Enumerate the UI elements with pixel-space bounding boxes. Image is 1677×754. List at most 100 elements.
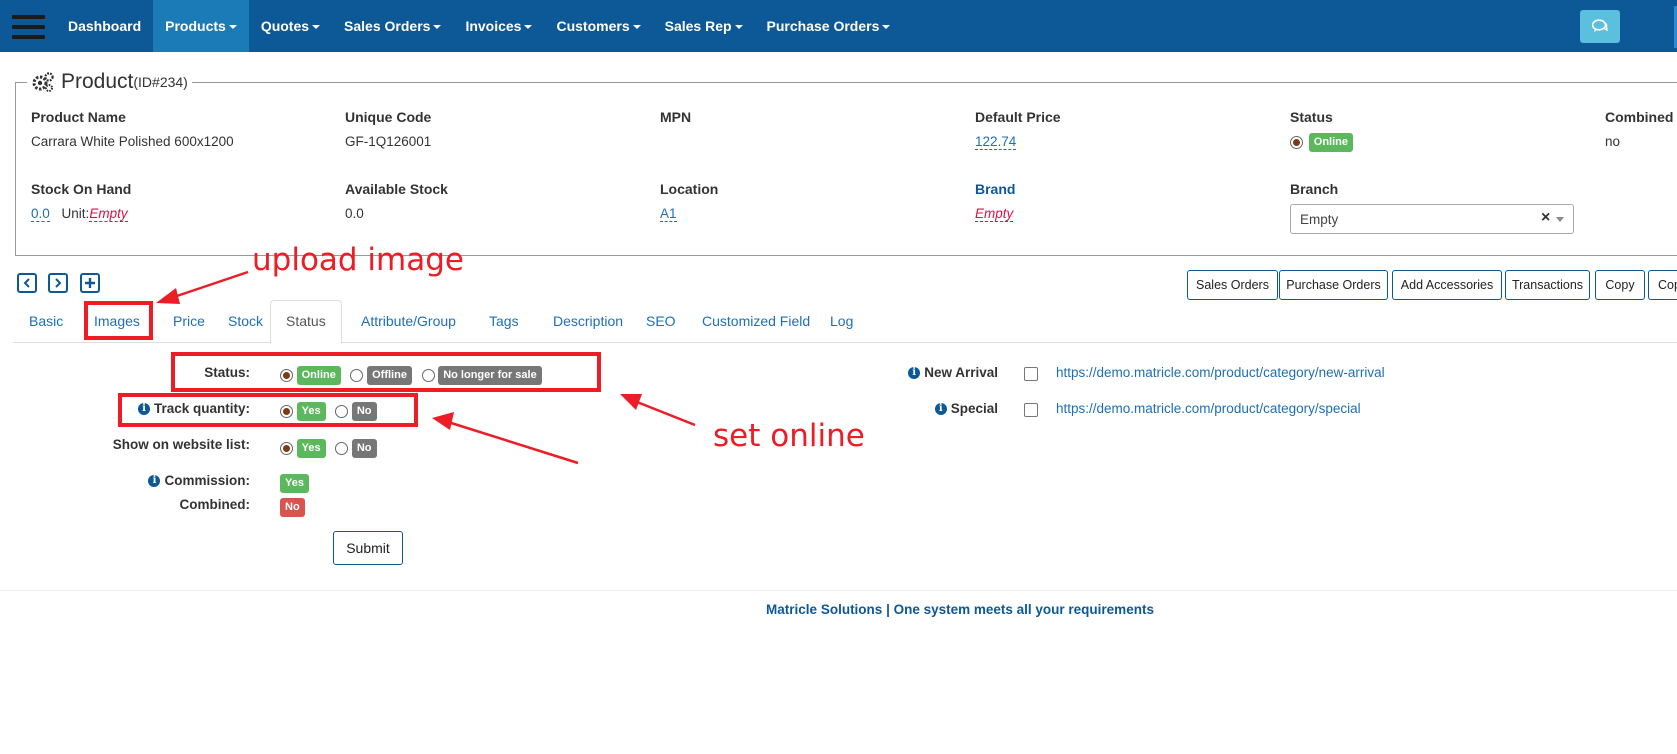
track-no-radio[interactable] bbox=[335, 405, 349, 418]
special-label: i Special bbox=[850, 401, 998, 416]
transactions-button[interactable]: Transactions bbox=[1505, 270, 1590, 300]
next-product-button[interactable] bbox=[48, 273, 68, 293]
field-combined: Combined no bbox=[1605, 109, 1673, 149]
tab-price[interactable]: Price bbox=[158, 300, 220, 342]
status-offline-radio[interactable] bbox=[350, 369, 364, 382]
show-on-website-label: Show on website list: bbox=[112, 437, 250, 452]
status-offline-badge: Offline bbox=[367, 366, 412, 385]
location-value[interactable]: A1 bbox=[660, 206, 677, 222]
top-navbar: Dashboard Products Quotes Sales Orders Invoi… bbox=[0, 0, 1677, 52]
website-no-radio[interactable] bbox=[335, 442, 349, 455]
footer-divider bbox=[0, 590, 1677, 591]
field-mpn: MPN bbox=[660, 109, 691, 134]
prev-product-button[interactable] bbox=[17, 273, 37, 293]
new-arrival-link[interactable]: https://demo.matricle.com/product/catego… bbox=[1056, 365, 1385, 380]
nav-item-quotes[interactable]: Quotes bbox=[249, 0, 332, 52]
brand-label[interactable]: Brand bbox=[975, 181, 1015, 197]
submit-button[interactable]: Submit bbox=[333, 531, 403, 565]
special-checkbox[interactable] bbox=[1024, 403, 1038, 417]
tab-stock[interactable]: Stock bbox=[213, 300, 278, 342]
add-accessories-button[interactable]: Add Accessories bbox=[1392, 270, 1502, 300]
track-yes-badge: Yes bbox=[296, 402, 326, 421]
tab-basic[interactable]: Basic bbox=[14, 300, 78, 342]
default-price-label: Default Price bbox=[975, 109, 1061, 125]
status-badge: Online bbox=[1308, 133, 1353, 152]
combined-field-label: Combined: bbox=[179, 497, 251, 512]
arrow-to-track-head bbox=[432, 412, 454, 430]
show-on-website-options: Yes No bbox=[280, 439, 377, 458]
nav-item-sales-orders[interactable]: Sales Orders bbox=[332, 0, 453, 52]
nav-item-sales-rep[interactable]: Sales Rep bbox=[653, 0, 755, 52]
track-quantity-label: i Track quantity: bbox=[100, 401, 250, 416]
stock-on-hand-label: Stock On Hand bbox=[31, 181, 132, 197]
tab-customized-field[interactable]: Customized Field bbox=[687, 300, 825, 342]
tab-seo[interactable]: SEO bbox=[631, 300, 691, 342]
tab-images[interactable]: Images bbox=[79, 300, 155, 342]
caret-down-icon bbox=[312, 25, 321, 30]
nav-item-products[interactable]: Products bbox=[153, 0, 249, 52]
info-icon[interactable]: i bbox=[148, 475, 161, 488]
add-product-button[interactable] bbox=[80, 273, 100, 293]
track-yes-radio[interactable] bbox=[280, 405, 293, 418]
commission-label: i Commission: bbox=[100, 473, 250, 488]
field-default-price: Default Price 122.74 bbox=[975, 109, 1061, 150]
brand-value[interactable]: Empty bbox=[975, 206, 1014, 222]
status-options: Online Offline No longer for sale bbox=[280, 366, 542, 385]
status-radio[interactable] bbox=[1290, 136, 1303, 149]
field-branch: Branch bbox=[1290, 181, 1338, 197]
footer-text: Matricle Solutions | One system meets al… bbox=[766, 602, 1154, 617]
info-icon[interactable]: i bbox=[908, 367, 921, 380]
tab-status[interactable]: Status bbox=[270, 300, 342, 344]
field-available-stock: Available Stock 0.0 bbox=[345, 181, 448, 221]
product-name-label: Product Name bbox=[31, 109, 126, 125]
status-field-label: Status: bbox=[204, 365, 250, 380]
menu-icon[interactable] bbox=[12, 15, 45, 39]
plus-icon bbox=[85, 278, 95, 288]
default-price-value[interactable]: 122.74 bbox=[975, 134, 1017, 150]
status-online-badge: Online bbox=[296, 366, 341, 385]
website-yes-radio[interactable] bbox=[280, 442, 293, 455]
track-quantity-options: Yes No bbox=[280, 402, 377, 421]
special-link[interactable]: https://demo.matricle.com/product/catego… bbox=[1056, 401, 1361, 416]
website-yes-badge: Yes bbox=[296, 439, 326, 458]
chat-button[interactable] bbox=[1580, 10, 1620, 43]
info-icon[interactable]: i bbox=[137, 403, 150, 416]
field-stock-on-hand: Stock On Hand 0.0 Unit:Empty bbox=[31, 181, 132, 222]
caret-down-icon bbox=[433, 25, 442, 30]
status-online-radio[interactable] bbox=[280, 369, 293, 382]
unit-label: Unit: bbox=[61, 206, 90, 221]
new-arrival-checkbox[interactable] bbox=[1024, 367, 1038, 381]
tab-log[interactable]: Log bbox=[815, 300, 868, 342]
clear-icon[interactable]: × bbox=[1541, 209, 1550, 227]
track-no-badge: No bbox=[351, 402, 377, 421]
field-brand: Brand Empty bbox=[975, 181, 1015, 222]
nav-item-invoices[interactable]: Invoices bbox=[453, 0, 544, 52]
branch-select[interactable]: Empty × bbox=[1290, 204, 1574, 234]
upload-image-annotation: upload image bbox=[252, 242, 464, 278]
copy-button-2[interactable]: Copy bbox=[1648, 270, 1677, 300]
field-unique-code: Unique Code GF-1Q126001 bbox=[345, 109, 431, 149]
purchase-orders-button[interactable]: Purchase Orders bbox=[1279, 270, 1388, 300]
branch-select-value: Empty bbox=[1300, 212, 1339, 227]
nav-item-customers[interactable]: Customers bbox=[544, 0, 652, 52]
combined-field-value: No bbox=[280, 498, 305, 517]
main-nav: Dashboard Products Quotes Sales Orders Invoi… bbox=[56, 0, 902, 52]
combined-value: no bbox=[1605, 134, 1621, 149]
caret-down-icon bbox=[632, 25, 641, 30]
nav-item-dashboard[interactable]: Dashboard bbox=[56, 0, 153, 52]
caret-down-icon bbox=[228, 25, 237, 30]
nav-item-purchase-orders[interactable]: Purchase Orders bbox=[755, 0, 903, 52]
tab-description[interactable]: Description bbox=[538, 300, 638, 342]
stock-on-hand-value[interactable]: 0.0 bbox=[31, 206, 50, 222]
unit-value[interactable]: Empty bbox=[89, 206, 128, 222]
status-nlfs-radio[interactable] bbox=[421, 369, 435, 382]
unique-code-label: Unique Code bbox=[345, 109, 432, 125]
combined-label: Combined bbox=[1605, 109, 1674, 125]
copy-button[interactable]: Copy bbox=[1595, 270, 1645, 300]
chat-icon bbox=[1592, 19, 1608, 32]
caret-down-icon bbox=[882, 25, 891, 30]
tab-tags[interactable]: Tags bbox=[474, 300, 534, 342]
sales-orders-button[interactable]: Sales Orders bbox=[1187, 270, 1278, 300]
info-icon[interactable]: i bbox=[934, 403, 947, 416]
tab-attribute-group[interactable]: Attribute/Group bbox=[346, 300, 471, 342]
